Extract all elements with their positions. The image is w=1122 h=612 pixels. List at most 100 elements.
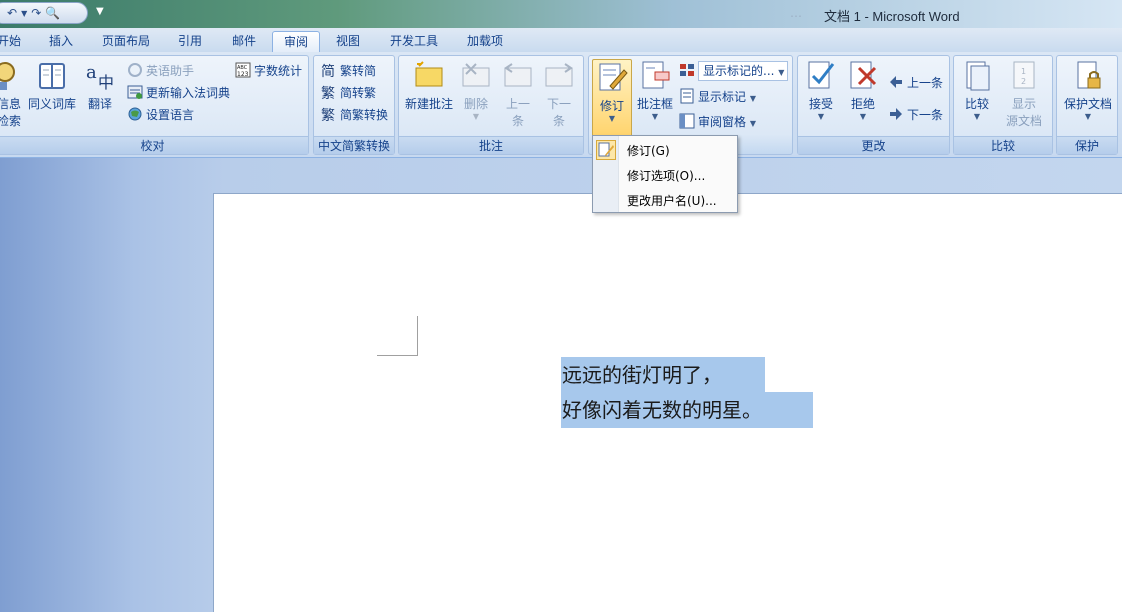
reject-button[interactable]: 拒绝 ▼ (843, 60, 883, 121)
print-preview-icon[interactable]: 🔍 (45, 6, 60, 20)
track-changes-dropdown-arrow[interactable]: ▼ (593, 114, 631, 123)
previous-change-button[interactable]: 上一条 (888, 73, 943, 93)
track-changes-menu: 修订(G) 修订选项(O)... 更改用户名(U)... (592, 135, 738, 213)
update-ime-dictionary-button[interactable]: 更新输入法词典 (127, 83, 230, 103)
traditional-to-simplified-button[interactable]: 简繁转简 (321, 61, 376, 81)
show-markup-label: 显示标记 (698, 90, 747, 104)
accept-icon (805, 60, 837, 92)
compare-dropdown-arrow: ▼ (973, 112, 981, 121)
delete-comment-button[interactable]: 删除 ▼ (459, 60, 493, 121)
svg-text:繁: 繁 (321, 108, 335, 122)
ribbon: 信息 检索 同义词库 a中 翻译 英语助手 更新输入法词典 设置语言 ABC 12… (0, 52, 1122, 158)
balloons-label: 批注框 (636, 97, 673, 111)
accept-button[interactable]: 接受 ▼ (801, 60, 841, 121)
proofing-group: 信息 检索 同义词库 a中 翻译 英语助手 更新输入法词典 设置语言 ABC 12… (0, 55, 309, 155)
ribbon-tab-row: 开始 插入 页面布局 引用 邮件 审阅 视图 开发工具 加载项 (0, 28, 1122, 52)
book-icon (36, 60, 68, 92)
display-for-review-dropdown[interactable]: 显示标记的... ▼ (679, 61, 788, 81)
customize-qat-button[interactable]: ▼ (96, 6, 104, 17)
tab-review[interactable]: 审阅 (272, 31, 320, 52)
show-source-documents-button[interactable]: 12 显示 源文档 (1000, 60, 1048, 129)
chinese-conversion-button[interactable]: 繁简繁转换 (321, 105, 388, 125)
reviewing-pane-button[interactable]: 审阅窗格 ▼ (679, 112, 756, 132)
previous-comment-icon (502, 60, 534, 92)
display-for-review-arrow: ▼ (778, 68, 785, 77)
english-assistant-label: 英语助手 (146, 64, 195, 78)
balloons-button[interactable]: 批注框 ▼ (635, 60, 675, 121)
menu-item-change-tracking-options[interactable]: 修订选项(O)... (627, 167, 705, 184)
reject-label: 拒绝 (850, 97, 875, 111)
tab-developer[interactable]: 开发工具 (384, 31, 444, 52)
track-changes-menu-icon (596, 140, 616, 160)
balloons-icon (639, 60, 671, 92)
next-change-label: 下一条 (907, 108, 944, 122)
previous-comment-button[interactable]: 上一 条 (501, 60, 535, 129)
show-markup-button[interactable]: 显示标记 ▼ (679, 87, 756, 107)
traditional-to-simplified-label: 繁转简 (340, 64, 377, 78)
track-changes-label: 修订 (599, 99, 624, 113)
tab-references[interactable]: 引用 (172, 31, 208, 52)
next-change-button[interactable]: 下一条 (888, 105, 943, 125)
tab-mailings[interactable]: 邮件 (226, 31, 262, 52)
protect-group-label: 保护 (1057, 136, 1117, 154)
document-text-line-2[interactable]: 好像闪着无数的明星。 (561, 392, 813, 428)
quick-access-toolbar: ↶ ▼ ↷ 🔍 (0, 2, 88, 24)
set-language-button[interactable]: 设置语言 (127, 105, 194, 125)
english-assistant-button[interactable]: 英语助手 (127, 61, 194, 81)
redo-icon[interactable]: ↷ (31, 6, 41, 20)
set-language-label: 设置语言 (146, 108, 195, 122)
protect-document-icon (1072, 60, 1104, 92)
undo-icon[interactable]: ↶ (7, 6, 17, 20)
simplified-to-traditional-icon: 繁 (321, 84, 337, 102)
svg-text:简: 简 (321, 63, 335, 78)
thesaurus-button[interactable]: 同义词库 (25, 60, 79, 112)
research-label-1: 信息 (0, 97, 21, 111)
accept-label: 接受 (808, 97, 833, 111)
reject-dropdown-arrow: ▼ (859, 112, 867, 121)
tab-page-layout[interactable]: 页面布局 (98, 31, 154, 52)
chinese-conversion-group: 简繁转简 繁简转繁 繁简繁转换 中文简繁转换 (313, 55, 395, 155)
research-icon (0, 60, 21, 92)
changes-group: 接受 ▼ 拒绝 ▼ 上一条 下一条 更改 (797, 55, 950, 155)
research-label-2: 检索 (0, 114, 21, 128)
new-comment-icon (413, 60, 445, 92)
word-count-button[interactable]: ABC 123 字数统计 (235, 61, 302, 81)
dropdown-arrow-icon[interactable]: ▼ (21, 9, 27, 18)
next-comment-button[interactable]: 下一 条 (542, 60, 576, 129)
title-bar: ↶ ▼ ↷ 🔍 ▼ … 文档 1 - Microsoft Word (0, 0, 1122, 28)
track-changes-button[interactable]: 修订 ▼ (592, 59, 632, 139)
new-comment-button[interactable]: 新建批注 (402, 60, 456, 112)
tab-add-ins[interactable]: 加载项 (462, 31, 508, 52)
display-for-review-icon (679, 62, 695, 78)
svg-text:繁: 繁 (321, 86, 335, 100)
compare-button[interactable]: 比较 ▼ (957, 60, 997, 121)
delete-comment-label: 删除 (463, 97, 488, 111)
next-change-icon (888, 106, 904, 122)
tab-view[interactable]: 视图 (330, 31, 366, 52)
menu-item-change-user-name[interactable]: 更改用户名(U)... (627, 192, 717, 209)
show-source-label-1: 显示 (1011, 97, 1036, 111)
tab-insert[interactable]: 插入 (44, 31, 78, 52)
research-button[interactable]: 信息 检索 (0, 60, 21, 129)
protect-document-button[interactable]: 保护文档 ▼ (1060, 60, 1116, 121)
comments-group-label: 批注 (399, 136, 583, 154)
thesaurus-label: 同义词库 (27, 97, 76, 111)
show-source-label-2: 源文档 (1005, 114, 1042, 128)
show-markup-arrow: ▼ (749, 94, 756, 103)
translate-label: 翻译 (87, 97, 112, 111)
simplified-to-traditional-label: 简转繁 (340, 86, 377, 100)
simplified-to-traditional-button[interactable]: 繁简转繁 (321, 83, 376, 103)
tab-home[interactable]: 开始 (0, 31, 22, 52)
svg-text:a: a (86, 62, 97, 83)
chinese-conversion-label: 简繁转换 (340, 108, 389, 122)
title-ghost-text: … (790, 6, 802, 20)
show-source-documents-icon: 12 (1008, 60, 1040, 92)
next-comment-label-1: 下一 (546, 97, 571, 111)
translate-button[interactable]: a中 翻译 (83, 60, 117, 112)
comments-group: 新建批注 删除 ▼ 上一 条 下一 条 批注 (398, 55, 584, 155)
margin-corner-mark-horizontal (377, 355, 418, 356)
display-for-review-value: 显示标记的... (703, 64, 775, 78)
menu-item-track-changes[interactable]: 修订(G) (627, 142, 670, 159)
previous-comment-label-1: 上一 (505, 97, 530, 111)
document-text-line-1[interactable]: 远远的街灯明了， (561, 357, 765, 393)
